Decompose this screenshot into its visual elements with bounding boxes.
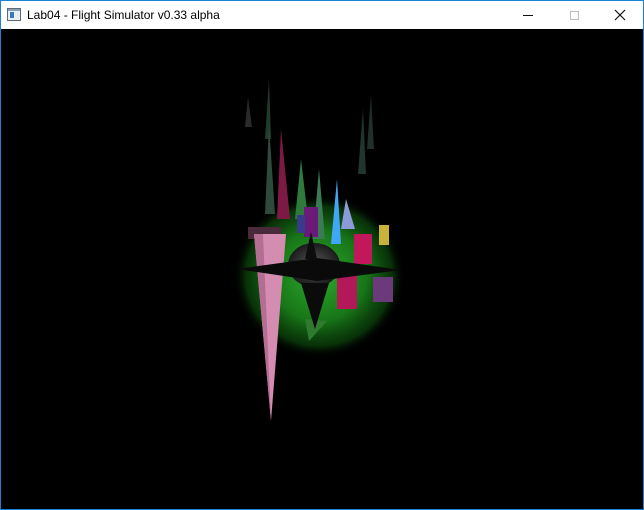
window-title: Lab04 - Flight Simulator v0.33 alpha	[27, 8, 220, 22]
minimize-icon	[523, 14, 533, 16]
close-button[interactable]	[597, 1, 643, 29]
title-bar[interactable]: Lab04 - Flight Simulator v0.33 alpha	[1, 1, 643, 29]
maximize-icon	[569, 10, 579, 20]
maximize-button[interactable]	[551, 1, 597, 29]
close-icon	[614, 9, 626, 21]
building	[367, 95, 374, 149]
flight-scene	[233, 79, 405, 421]
building	[358, 109, 366, 174]
building	[265, 79, 271, 139]
building	[297, 215, 305, 233]
building	[277, 129, 290, 219]
application-window-icon[interactable]	[7, 8, 21, 21]
app-window: Lab04 - Flight Simulator v0.33 alpha	[0, 0, 644, 510]
building	[379, 225, 389, 245]
building	[373, 277, 393, 302]
minimize-button[interactable]	[505, 1, 551, 29]
3d-viewport[interactable]	[1, 29, 643, 509]
building	[245, 97, 252, 127]
building	[354, 234, 372, 264]
